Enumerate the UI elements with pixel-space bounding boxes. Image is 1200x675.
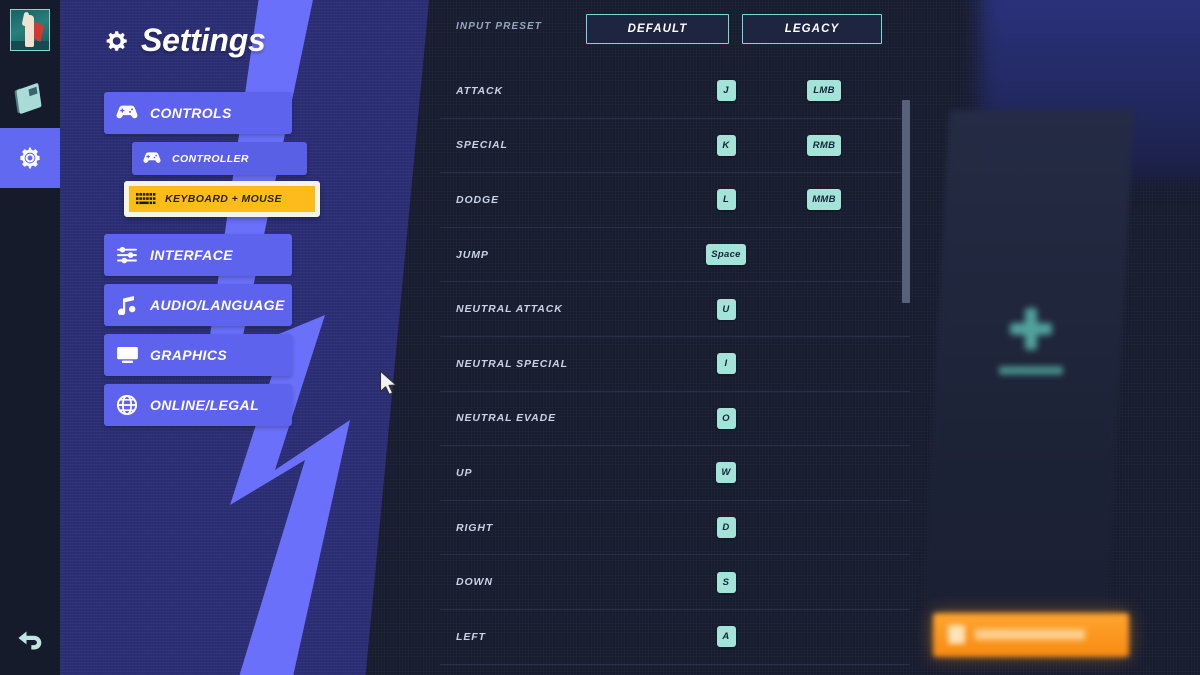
gear-icon [106,30,127,51]
key-badge[interactable]: Space [706,244,746,266]
table-row[interactable]: LEFT A [440,610,910,665]
binding-primary-slot[interactable]: A [690,626,762,648]
rail-item-settings[interactable] [0,128,60,188]
binding-primary-slot[interactable]: S [690,571,762,593]
gamepad-icon [132,152,172,165]
left-icon-rail [0,0,60,675]
back-arrow-icon [18,631,42,650]
keybindings-panel: INPUT PRESET DEFAULT LEGACY ATTACK J LMB SP… [440,0,910,675]
sidebar-item-label: GRAPHICS [150,347,228,363]
keyboard-icon [129,192,165,206]
input-preset-label: INPUT PRESET [456,21,542,32]
rail-item-character-portrait[interactable] [0,0,60,60]
music-icon [104,295,150,315]
binding-primary-slot[interactable]: L [690,189,762,211]
binding-secondary-slot[interactable]: MMB [788,189,860,211]
preview-panel-label [999,366,1063,375]
binding-primary-slot[interactable]: W [690,462,762,484]
binding-primary-slot[interactable]: I [690,353,762,375]
globe-icon [104,395,150,415]
avatar [10,9,50,51]
binding-primary-slot[interactable]: O [690,407,762,429]
sidebar-item-interface[interactable]: INTERFACE [104,234,292,276]
table-row[interactable]: JUMP Space [440,228,910,283]
table-row[interactable]: ATTACK J LMB [440,64,910,119]
table-row[interactable]: DODGE L MMB [440,173,910,228]
sidebar-item-label: CONTROLLER [172,152,249,165]
key-badge[interactable]: O [716,407,736,429]
binding-primary-slot[interactable]: U [690,298,762,320]
table-row[interactable]: NEUTRAL EVADE O [440,392,910,447]
sidebar-item-label: AUDIO/LANGUAGE [150,297,285,313]
preview-cta-label [975,629,1085,640]
table-row[interactable]: NEUTRAL ATTACK U [440,282,910,337]
key-badge[interactable]: J [716,80,736,102]
sidebar-item-keyboard-mouse[interactable]: KEYBOARD + MOUSE [124,181,320,217]
preset-default-button[interactable]: DEFAULT [586,14,729,44]
sidebar-item-label: INTERFACE [150,247,233,263]
gamepad-icon [104,105,150,121]
binding-action-label: NEUTRAL SPECIAL [456,357,568,370]
key-badge[interactable]: LMB [807,80,841,102]
preview-plus-icon [1008,306,1054,352]
key-badge[interactable]: K [716,134,736,156]
key-badge[interactable]: MMB [807,189,841,211]
back-button[interactable] [14,625,48,655]
preview-cta-icon [948,625,965,644]
table-row[interactable]: UP W [440,446,910,501]
settings-menu: CONTROLS CONTROLLER KEYBOARD + MOUSE INT… [104,92,320,434]
scrollbar[interactable] [902,100,910,303]
table-row[interactable]: DOWN S [440,555,910,610]
input-preset-row: INPUT PRESET DEFAULT LEGACY [440,12,910,46]
key-badge[interactable]: A [716,626,736,648]
key-badge[interactable]: L [716,189,736,211]
sidebar-item-label: ONLINE/LEGAL [150,397,260,413]
sidebar-item-graphics[interactable]: GRAPHICS [104,334,292,376]
binding-action-label: RIGHT [456,521,494,534]
table-row[interactable]: NEUTRAL SPECIAL I [440,337,910,392]
binding-action-label: SPECIAL [456,139,508,152]
binding-action-label: DODGE [456,193,500,206]
sidebar-item-label: KEYBOARD + MOUSE [165,193,282,205]
binding-action-label: NEUTRAL ATTACK [456,303,563,316]
binding-primary-slot[interactable]: K [690,134,762,156]
page-title: Settings [141,22,266,58]
preview-panel [920,110,1135,645]
monitor-icon [104,346,150,364]
key-badge[interactable]: W [716,462,736,484]
key-badge[interactable]: S [716,571,736,593]
sidebar-item-controls[interactable]: CONTROLS [104,92,292,134]
sidebar-item-online-legal[interactable]: ONLINE/LEGAL [104,384,292,426]
sidebar-item-controller[interactable]: CONTROLLER [132,142,307,175]
binding-action-label: ATTACK [456,84,504,97]
binding-secondary-slot[interactable]: LMB [788,80,860,102]
binding-primary-slot[interactable]: D [690,517,762,539]
page-title-group: Settings [104,22,266,59]
key-badge[interactable]: U [716,298,736,320]
binding-primary-slot[interactable]: Space [690,244,762,266]
rail-item-codex[interactable] [0,68,60,128]
binding-secondary-slot[interactable]: RMB [788,134,860,156]
game-settings-screen: Settings CONTROLS CONTROLLER KEYBOARD + … [0,0,1200,675]
book-icon [14,82,45,115]
sidebar-item-label: CONTROLS [150,105,232,121]
binding-action-label: UP [456,466,473,479]
sidebar-item-audio-language[interactable]: AUDIO/LANGUAGE [104,284,292,326]
binding-action-label: DOWN [456,576,493,589]
sliders-icon [104,246,150,264]
binding-primary-slot[interactable]: J [690,80,762,102]
table-row[interactable]: RIGHT D [440,501,910,556]
scrollbar-thumb[interactable] [902,100,910,303]
key-badge[interactable]: I [716,353,736,375]
gear-icon [20,147,40,169]
preset-legacy-button[interactable]: LEGACY [742,14,882,44]
keybinding-list: ATTACK J LMB SPECIAL K RMB DODGE L MMB JUMP Space N… [440,64,910,675]
key-badge[interactable]: RMB [807,134,841,156]
binding-action-label: NEUTRAL EVADE [456,412,556,425]
binding-action-label: JUMP [456,248,489,261]
table-row[interactable]: SPECIAL K RMB [440,119,910,174]
binding-action-label: LEFT [456,630,486,643]
key-badge[interactable]: D [716,517,736,539]
